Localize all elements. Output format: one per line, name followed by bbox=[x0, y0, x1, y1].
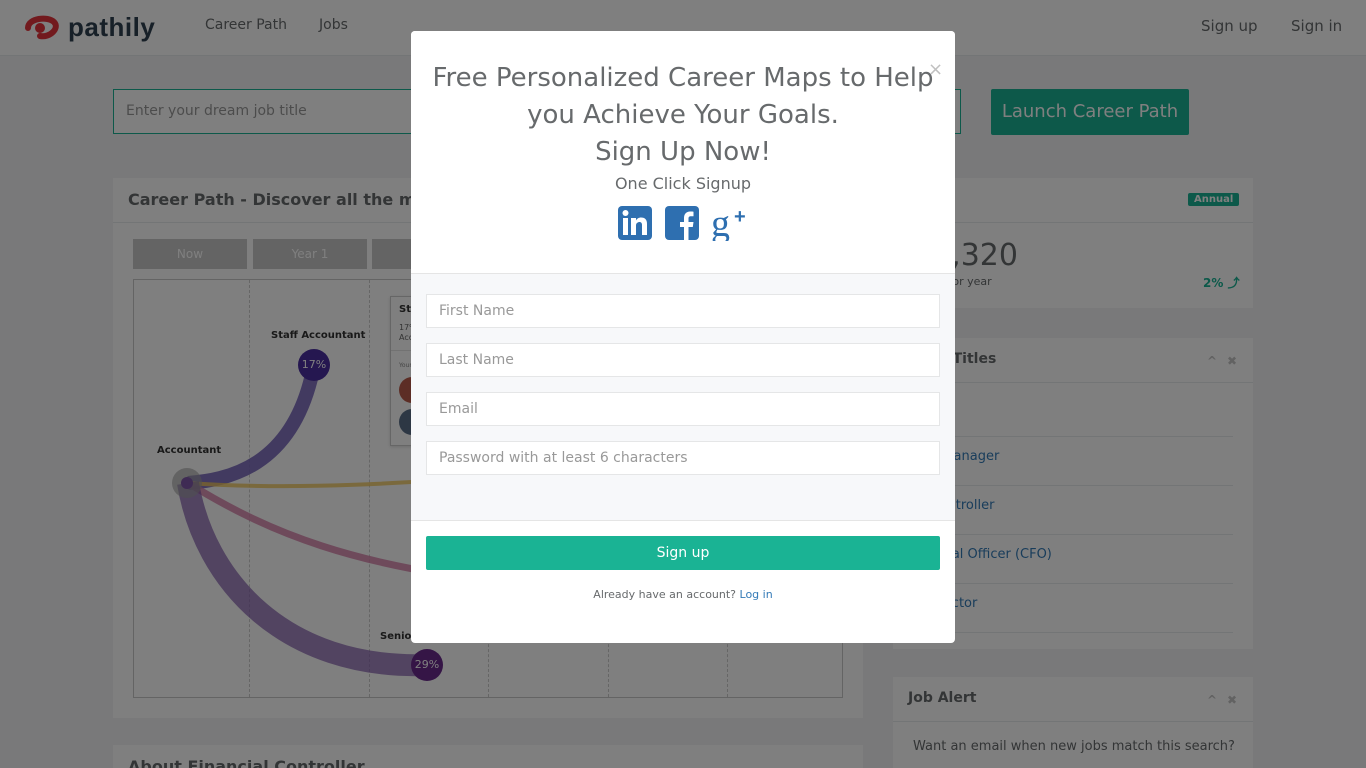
first-name-field[interactable]: First Name bbox=[426, 294, 940, 328]
one-click-signup-label: One Click Signup bbox=[614, 174, 752, 193]
svg-text:g: g bbox=[711, 205, 730, 241]
already-have-account-text: Already have an account? bbox=[593, 588, 737, 601]
linkedin-icon[interactable] bbox=[617, 205, 653, 241]
modal-heading-line2: you Achieve Your Goals. bbox=[527, 100, 839, 130]
already-have-account: Already have an account? Log in bbox=[411, 588, 955, 601]
last-name-field[interactable]: Last Name bbox=[426, 343, 940, 377]
signup-modal: × Free Personalized Career Maps to Help … bbox=[411, 31, 955, 643]
sign-up-button[interactable]: Sign up bbox=[426, 536, 940, 570]
google-plus-icon[interactable]: g + bbox=[711, 205, 751, 241]
modal-heading-line1: Free Personalized Career Maps to Help bbox=[432, 63, 934, 93]
modal-header: × Free Personalized Career Maps to Help … bbox=[411, 31, 955, 274]
log-in-link[interactable]: Log in bbox=[740, 588, 773, 601]
svg-text:+: + bbox=[734, 206, 746, 228]
modal-heading: Free Personalized Career Maps to Help yo… bbox=[431, 60, 935, 134]
password-field[interactable]: Password with at least 6 characters bbox=[426, 441, 940, 475]
facebook-icon[interactable] bbox=[664, 205, 700, 241]
modal-heading-cta: Sign Up Now! bbox=[595, 137, 771, 167]
email-field[interactable]: Email bbox=[426, 392, 940, 426]
